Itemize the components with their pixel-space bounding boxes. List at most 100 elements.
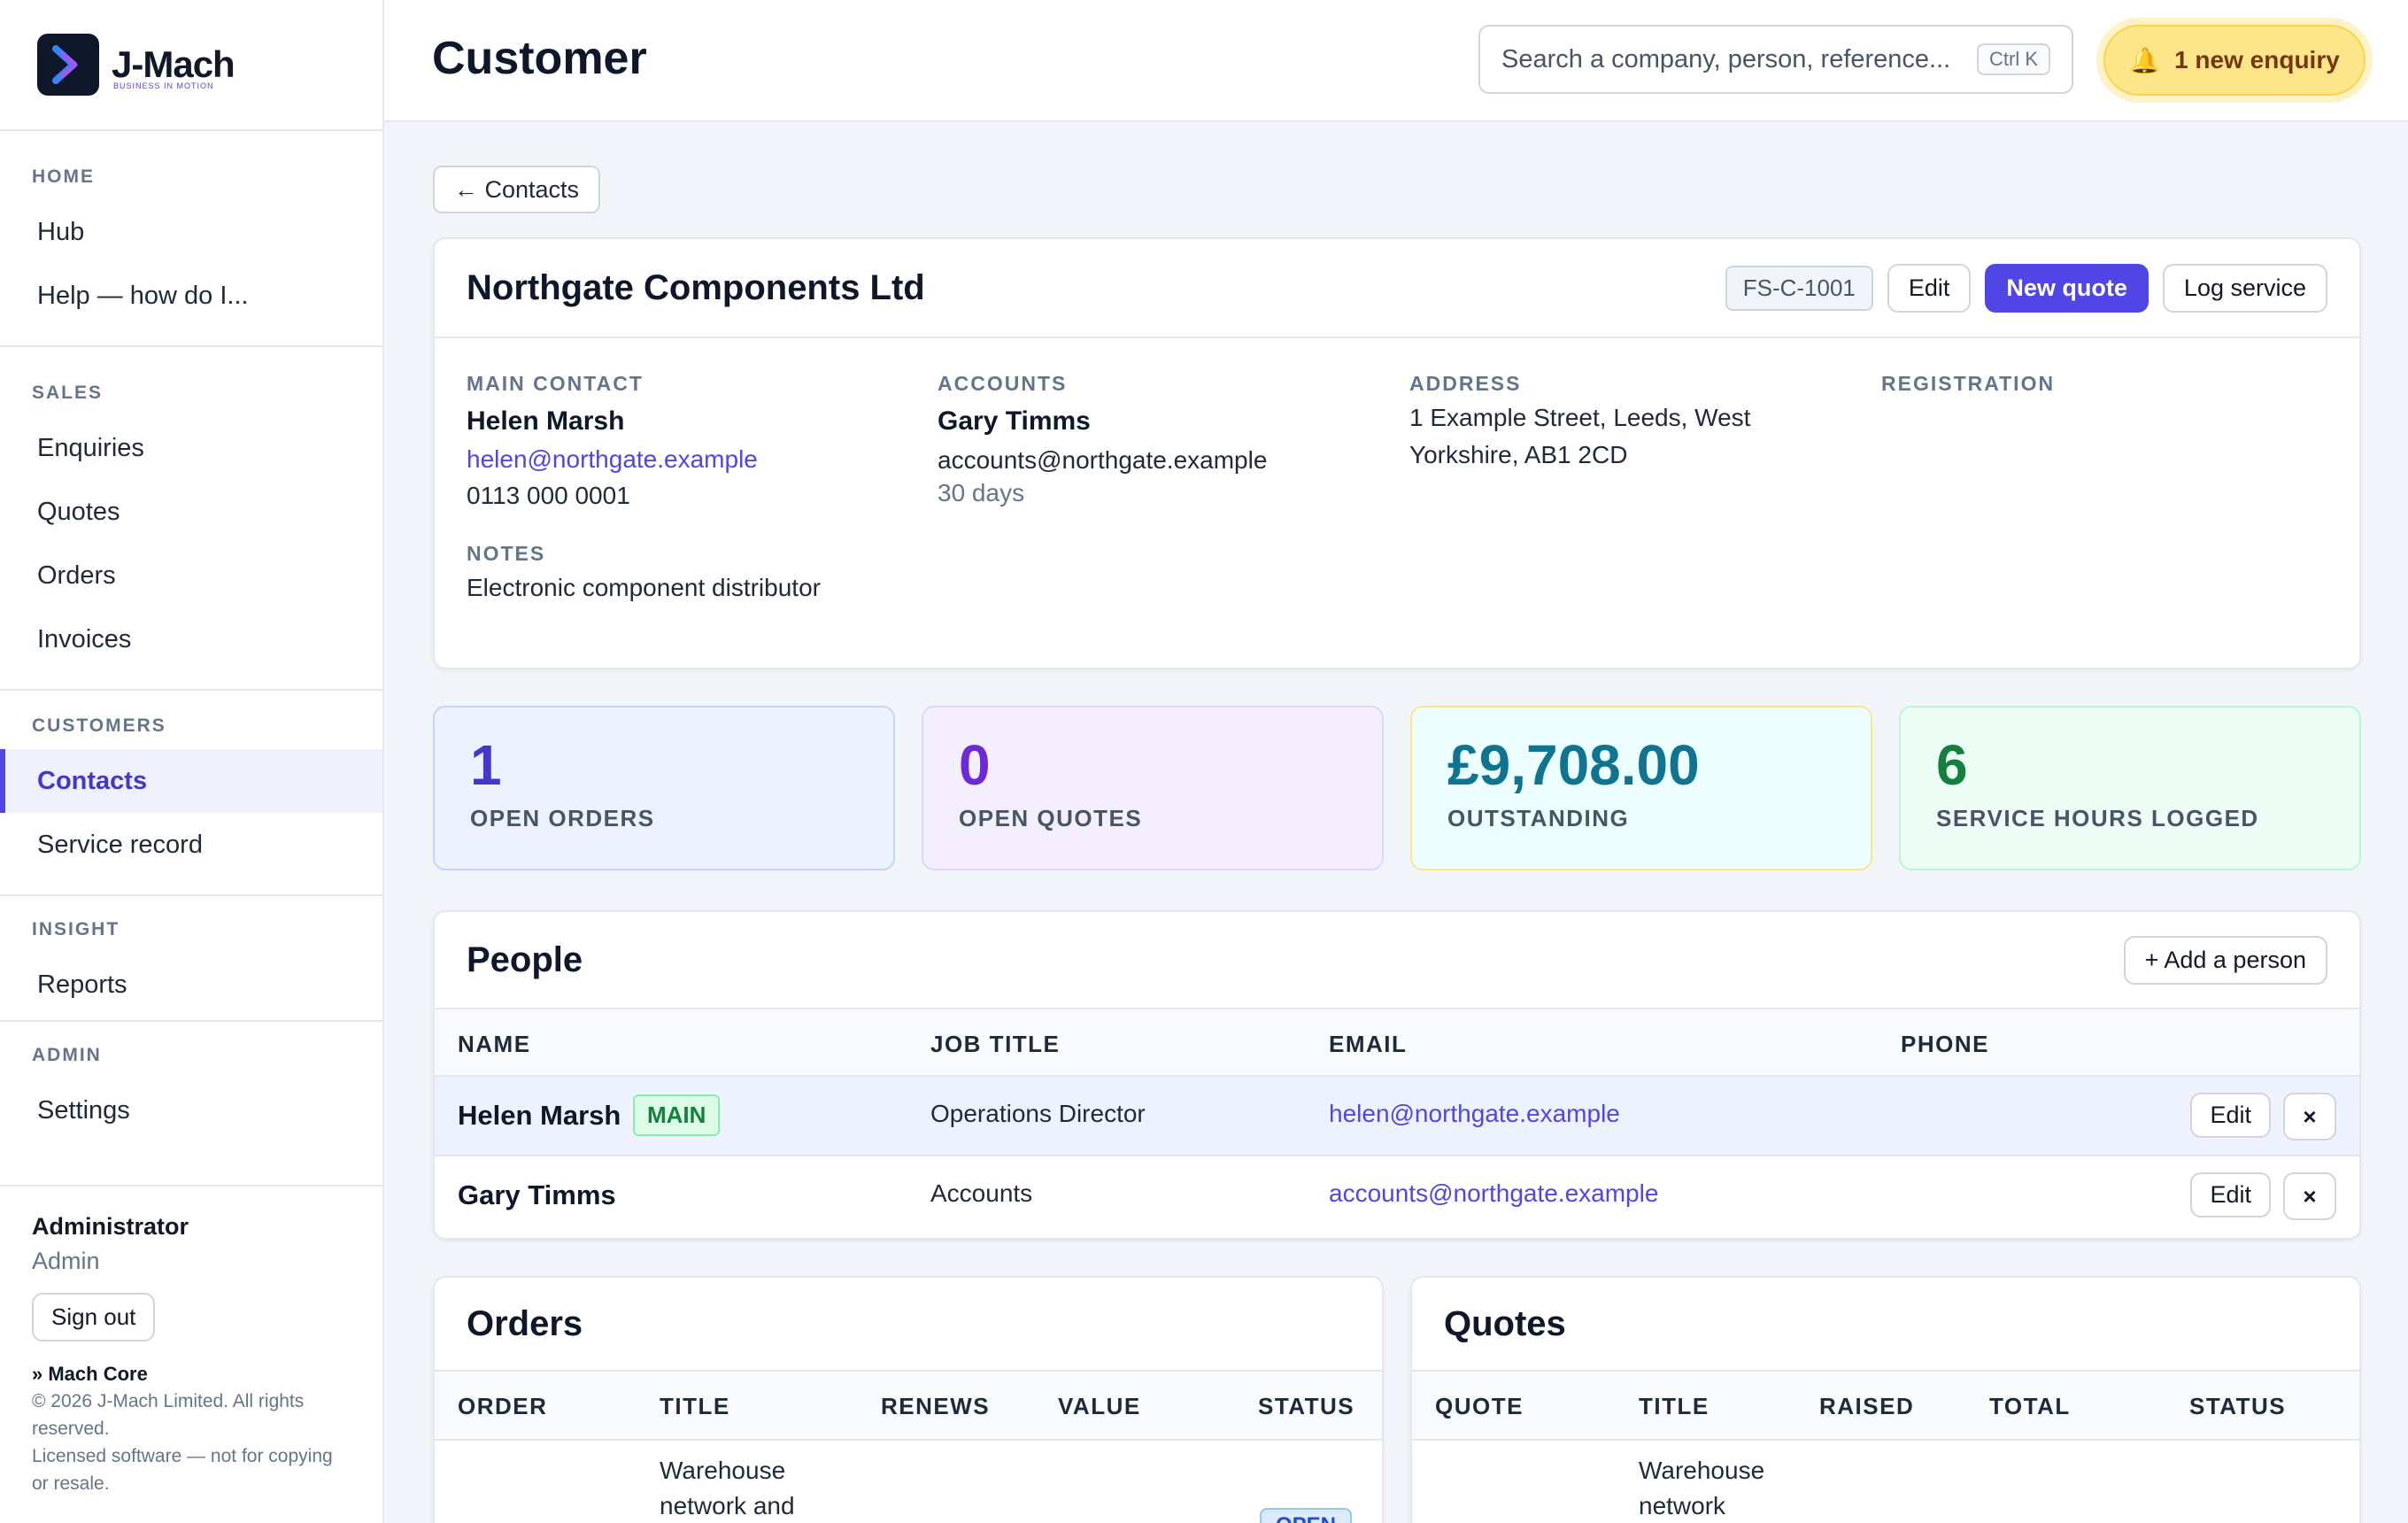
brand-name: J-Mach xyxy=(112,43,235,85)
notes-text: Electronic component distributor xyxy=(467,574,821,601)
stat-label: SERVICE HOURS LOGGED xyxy=(1936,805,2259,831)
new-quote-button[interactable]: New quote xyxy=(1985,263,2149,313)
orders-title: Orders xyxy=(467,1303,583,1343)
copyright: © 2026 J-Mach Limited. All rights reserv… xyxy=(32,1391,305,1439)
payment-terms: 30 days xyxy=(938,479,1025,506)
nav-section-title: CUSTOMERS xyxy=(32,715,166,736)
notes-label: NOTES xyxy=(467,542,546,565)
stat-outstanding[interactable]: £9,708.00 OUTSTANDING xyxy=(1410,706,1872,870)
orders-table-header: ORDER TITLE RENEWS VALUE STATUS xyxy=(435,1372,1382,1441)
orders-header: Orders xyxy=(435,1278,1382,1372)
stat-value: 1 xyxy=(470,733,502,797)
stat-service-hours[interactable]: 6 SERVICE HOURS LOGGED xyxy=(1899,706,2361,870)
accounts-name: Gary Timms xyxy=(938,406,1091,436)
stat-value: 0 xyxy=(959,733,991,797)
main-contact-phone: 0113 000 0001 xyxy=(467,482,630,509)
main-contact-details: MAIN CONTACT Helen Marsh helen@northgate… xyxy=(467,372,909,514)
address-line-2: Yorkshire, AB1 2CD xyxy=(1409,441,1628,468)
sidebar-item-orders[interactable]: Orders xyxy=(0,544,382,607)
edit-person-button[interactable]: Edit xyxy=(2190,1093,2271,1138)
column-header-value: VALUE xyxy=(1058,1393,1141,1419)
quotes-table-header: QUOTE TITLE RAISED TOTAL STATUS xyxy=(1412,1372,2359,1441)
back-to-contacts-button[interactable]: ← Contacts xyxy=(433,166,601,213)
column-header-status: STATUS xyxy=(2189,1393,2287,1419)
edit-company-button[interactable]: Edit xyxy=(1887,263,1972,313)
people-title: People xyxy=(467,939,583,979)
edit-person-button[interactable]: Edit xyxy=(2190,1172,2271,1218)
nav-section-title: ADMIN xyxy=(32,1045,102,1065)
nav-section-title: SALES xyxy=(32,383,104,403)
remove-person-button[interactable]: × xyxy=(2283,1093,2336,1140)
orders-card: Orders ORDER TITLE RENEWS VALUE STATUS W… xyxy=(433,1276,1384,1523)
nav-section-admin: ADMIN Settings xyxy=(0,1022,382,1142)
brand[interactable]: J-Mach BUSINESS IN MOTION xyxy=(0,0,382,131)
column-header-total: TOTAL xyxy=(1989,1393,2071,1419)
order-title-line: Warehouse xyxy=(660,1457,786,1484)
log-service-button[interactable]: Log service xyxy=(2162,263,2327,313)
order-title: Warehouse network and xyxy=(660,1453,795,1523)
page-title: Customer xyxy=(432,33,647,84)
column-header-status: STATUS xyxy=(1258,1393,1355,1419)
table-row[interactable]: Warehouse network and OPEN xyxy=(435,1441,1382,1523)
company-header: Northgate Components Ltd FS-C-1001 Edit … xyxy=(435,239,2359,338)
quotes-card: Quotes QUOTE TITLE RAISED TOTAL STATUS W… xyxy=(1410,1276,2361,1523)
stat-open-quotes[interactable]: 0 OPEN QUOTES xyxy=(922,706,1384,870)
person-email[interactable]: helen@northgate.example xyxy=(1329,1100,1620,1128)
person-email[interactable]: accounts@northgate.example xyxy=(1329,1179,1658,1208)
brand-tagline: BUSINESS IN MOTION xyxy=(113,81,214,90)
sidebar-item-enquiries[interactable]: Enquiries xyxy=(0,416,382,480)
sidebar-item-reports[interactable]: Reports xyxy=(0,953,382,1017)
stat-label: OPEN ORDERS xyxy=(470,805,655,831)
sidebar-item-invoices[interactable]: Invoices xyxy=(0,607,382,671)
sidebar-item-quotes[interactable]: Quotes xyxy=(0,480,382,544)
column-header-raised: RAISED xyxy=(1819,1393,1915,1419)
people-header: People + Add a person xyxy=(435,912,2359,1009)
sidebar-item-help[interactable]: Help — how do I... xyxy=(0,264,382,328)
quotes-title: Quotes xyxy=(1444,1303,1566,1343)
column-header-name: NAME xyxy=(458,1031,531,1057)
column-header-order: ORDER xyxy=(458,1393,548,1419)
accounts-email: accounts@northgate.example xyxy=(938,446,1268,474)
remove-person-button[interactable]: × xyxy=(2283,1172,2336,1220)
user-name: Administrator xyxy=(32,1213,189,1240)
people-table-header: NAME JOB TITLE EMAIL PHONE xyxy=(435,1009,2359,1077)
table-row[interactable]: Warehouse network xyxy=(1412,1441,2359,1523)
main-contact-email[interactable]: helen@northgate.example xyxy=(467,445,909,474)
stat-label: OUTSTANDING xyxy=(1447,805,1630,831)
add-person-button[interactable]: + Add a person xyxy=(2123,935,2327,985)
registration-details: REGISTRATION xyxy=(1881,372,2324,396)
stat-open-orders[interactable]: 1 OPEN ORDERS xyxy=(433,706,895,870)
person-name: Gary Timms xyxy=(458,1179,616,1210)
quotes-header: Quotes xyxy=(1412,1278,2359,1372)
customer-reference-badge: FS-C-1001 xyxy=(1725,265,1873,311)
stat-value: 6 xyxy=(1936,733,1968,797)
registration-label: REGISTRATION xyxy=(1881,372,2056,395)
enquiry-label: 1 new enquiry xyxy=(2174,46,2340,73)
company-name: Northgate Components Ltd xyxy=(467,267,925,307)
sign-out-button[interactable]: Sign out xyxy=(32,1293,156,1341)
nav-section-title: INSIGHT xyxy=(32,919,120,939)
search-input[interactable]: Search a company, person, reference... C… xyxy=(1478,25,2073,94)
sidebar-item-contacts[interactable]: Contacts xyxy=(0,749,382,813)
sidebar-item-settings[interactable]: Settings xyxy=(0,1078,382,1142)
bell-icon: 🔔 xyxy=(2129,46,2161,74)
nav-section-insight: INSIGHT Reports xyxy=(0,896,382,1022)
column-header-email: EMAIL xyxy=(1329,1031,1408,1057)
sidebar-item-service-record[interactable]: Service record xyxy=(0,813,382,877)
column-header-quote: QUOTE xyxy=(1435,1393,1524,1419)
sidebar-item-hub[interactable]: Hub xyxy=(0,200,382,264)
license-notice: Licensed software — not for copying or r… xyxy=(32,1446,333,1494)
main-contact-name: Helen Marsh xyxy=(467,406,625,436)
column-header-renews: RENEWS xyxy=(881,1393,991,1419)
new-enquiry-button[interactable]: 🔔 1 new enquiry xyxy=(2103,25,2366,96)
quote-title: Warehouse network xyxy=(1639,1453,1764,1523)
column-header-title: TITLE xyxy=(1639,1393,1710,1419)
nav-section-title: HOME xyxy=(32,166,95,187)
sidebar: J-Mach BUSINESS IN MOTION HOME Hub Help … xyxy=(0,0,384,1523)
nav-section-home: HOME Hub Help — how do I... xyxy=(0,131,382,347)
nav-section-customers: CUSTOMERS Contacts Service record xyxy=(0,691,382,896)
address-line-1: 1 Example Street, Leeds, West xyxy=(1409,404,1751,431)
quote-title-line: network xyxy=(1639,1492,1726,1519)
topbar: Customer Search a company, person, refer… xyxy=(384,0,2408,122)
sidebar-footer: Administrator Admin Sign out » Mach Core… xyxy=(0,1185,382,1523)
